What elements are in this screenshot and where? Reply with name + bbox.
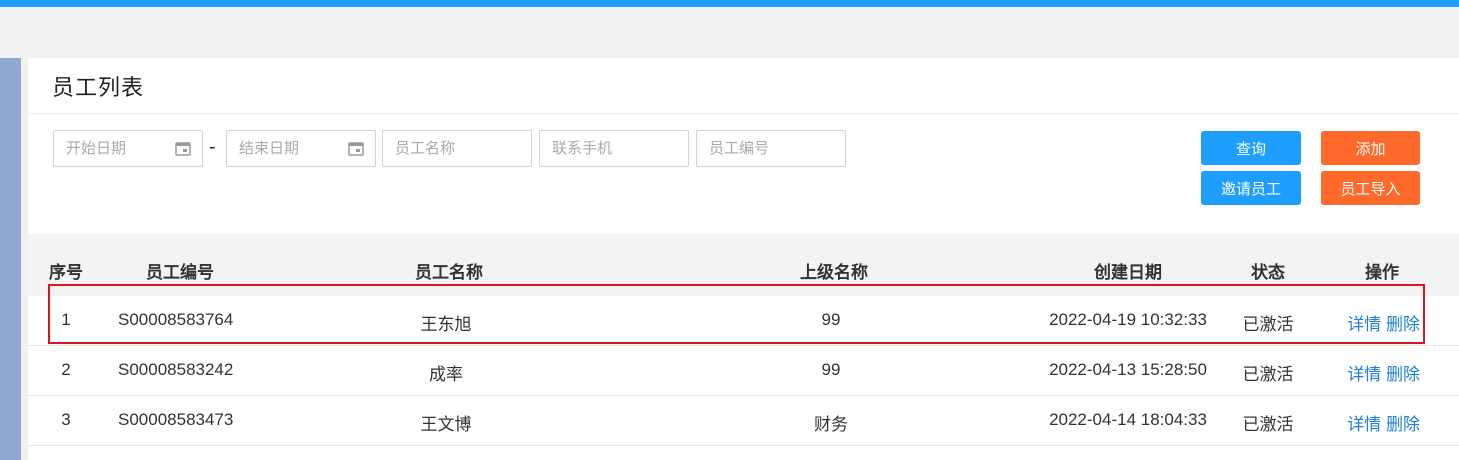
row-actions: 详情 删除 bbox=[1347, 360, 1420, 385]
page-title: 员工列表 bbox=[52, 74, 145, 100]
table-row: 3 S00008583473 王文博 财务 2022-04-14 18:04:3… bbox=[28, 396, 1459, 446]
header-name: 员工名称 bbox=[415, 263, 483, 282]
add-button[interactable]: 添加 bbox=[1321, 131, 1420, 165]
date-range-separator: - bbox=[209, 136, 216, 158]
row-actions: 详情 删除 bbox=[1347, 410, 1420, 435]
panel-header: 员工列表 bbox=[28, 58, 1459, 114]
top-accent-bar bbox=[0, 0, 1459, 7]
cell-code: S00008583242 bbox=[118, 360, 234, 379]
cell-created: 2022-04-13 15:28:50 bbox=[1049, 360, 1207, 379]
cell-superior: 财务 bbox=[814, 415, 848, 434]
cell-status: 已激活 bbox=[1242, 415, 1294, 434]
left-sidebar-strip bbox=[0, 58, 21, 460]
delete-link[interactable]: 删除 bbox=[1386, 415, 1420, 434]
header-created: 创建日期 bbox=[1094, 263, 1162, 282]
start-date-picker bbox=[53, 130, 203, 167]
cell-name: 王文博 bbox=[420, 415, 472, 434]
calendar-icon[interactable] bbox=[348, 141, 364, 156]
delete-link[interactable]: 删除 bbox=[1386, 365, 1420, 384]
contact-phone-input[interactable] bbox=[539, 130, 689, 167]
end-date-picker bbox=[226, 130, 376, 167]
calendar-icon[interactable] bbox=[175, 141, 191, 156]
query-button[interactable]: 查询 bbox=[1201, 131, 1301, 165]
employee-code-input[interactable] bbox=[696, 130, 846, 167]
cell-status: 已激活 bbox=[1242, 365, 1294, 384]
row-actions: 详情 删除 bbox=[1347, 310, 1420, 335]
employee-table: 序号 员工编号 员工名称 上级名称 创建日期 状态 操作 1 S00008583… bbox=[28, 234, 1459, 446]
cell-superior: 99 bbox=[821, 360, 841, 379]
header-status: 状态 bbox=[1251, 263, 1285, 282]
cell-status: 已激活 bbox=[1242, 315, 1294, 334]
table-row: 1 S00008583764 王东旭 99 2022-04-19 10:32:3… bbox=[28, 296, 1459, 346]
cell-created: 2022-04-19 10:32:33 bbox=[1049, 310, 1207, 329]
cell-index: 1 bbox=[61, 310, 71, 329]
detail-link[interactable]: 详情 bbox=[1347, 365, 1381, 384]
detail-link[interactable]: 详情 bbox=[1347, 415, 1381, 434]
header-index: 序号 bbox=[49, 263, 83, 282]
cell-superior: 99 bbox=[821, 310, 841, 329]
cell-index: 3 bbox=[61, 410, 71, 429]
import-employee-button[interactable]: 员工导入 bbox=[1321, 171, 1420, 205]
header-superior: 上级名称 bbox=[800, 263, 868, 282]
cell-name: 成率 bbox=[429, 365, 463, 384]
employee-list-panel: 员工列表 - 查询 添加 邀请员工 员工导入 bbox=[28, 58, 1459, 460]
employee-name-input[interactable] bbox=[382, 130, 532, 167]
invite-employee-button[interactable]: 邀请员工 bbox=[1201, 171, 1301, 205]
cell-index: 2 bbox=[61, 360, 71, 379]
cell-code: S00008583473 bbox=[118, 410, 234, 429]
header-code: 员工编号 bbox=[146, 263, 214, 282]
table-header: 序号 员工编号 员工名称 上级名称 创建日期 状态 操作 bbox=[28, 234, 1459, 296]
cell-created: 2022-04-14 18:04:33 bbox=[1049, 410, 1207, 429]
filter-bar: - 查询 添加 邀请员工 员工导入 bbox=[28, 114, 1459, 234]
delete-link[interactable]: 删除 bbox=[1386, 315, 1420, 334]
header-actions: 操作 bbox=[1365, 263, 1399, 282]
cell-name: 王东旭 bbox=[420, 315, 472, 334]
table-row: 2 S00008583242 成率 99 2022-04-13 15:28:50… bbox=[28, 346, 1459, 396]
detail-link[interactable]: 详情 bbox=[1347, 315, 1381, 334]
cell-code: S00008583764 bbox=[118, 310, 234, 329]
